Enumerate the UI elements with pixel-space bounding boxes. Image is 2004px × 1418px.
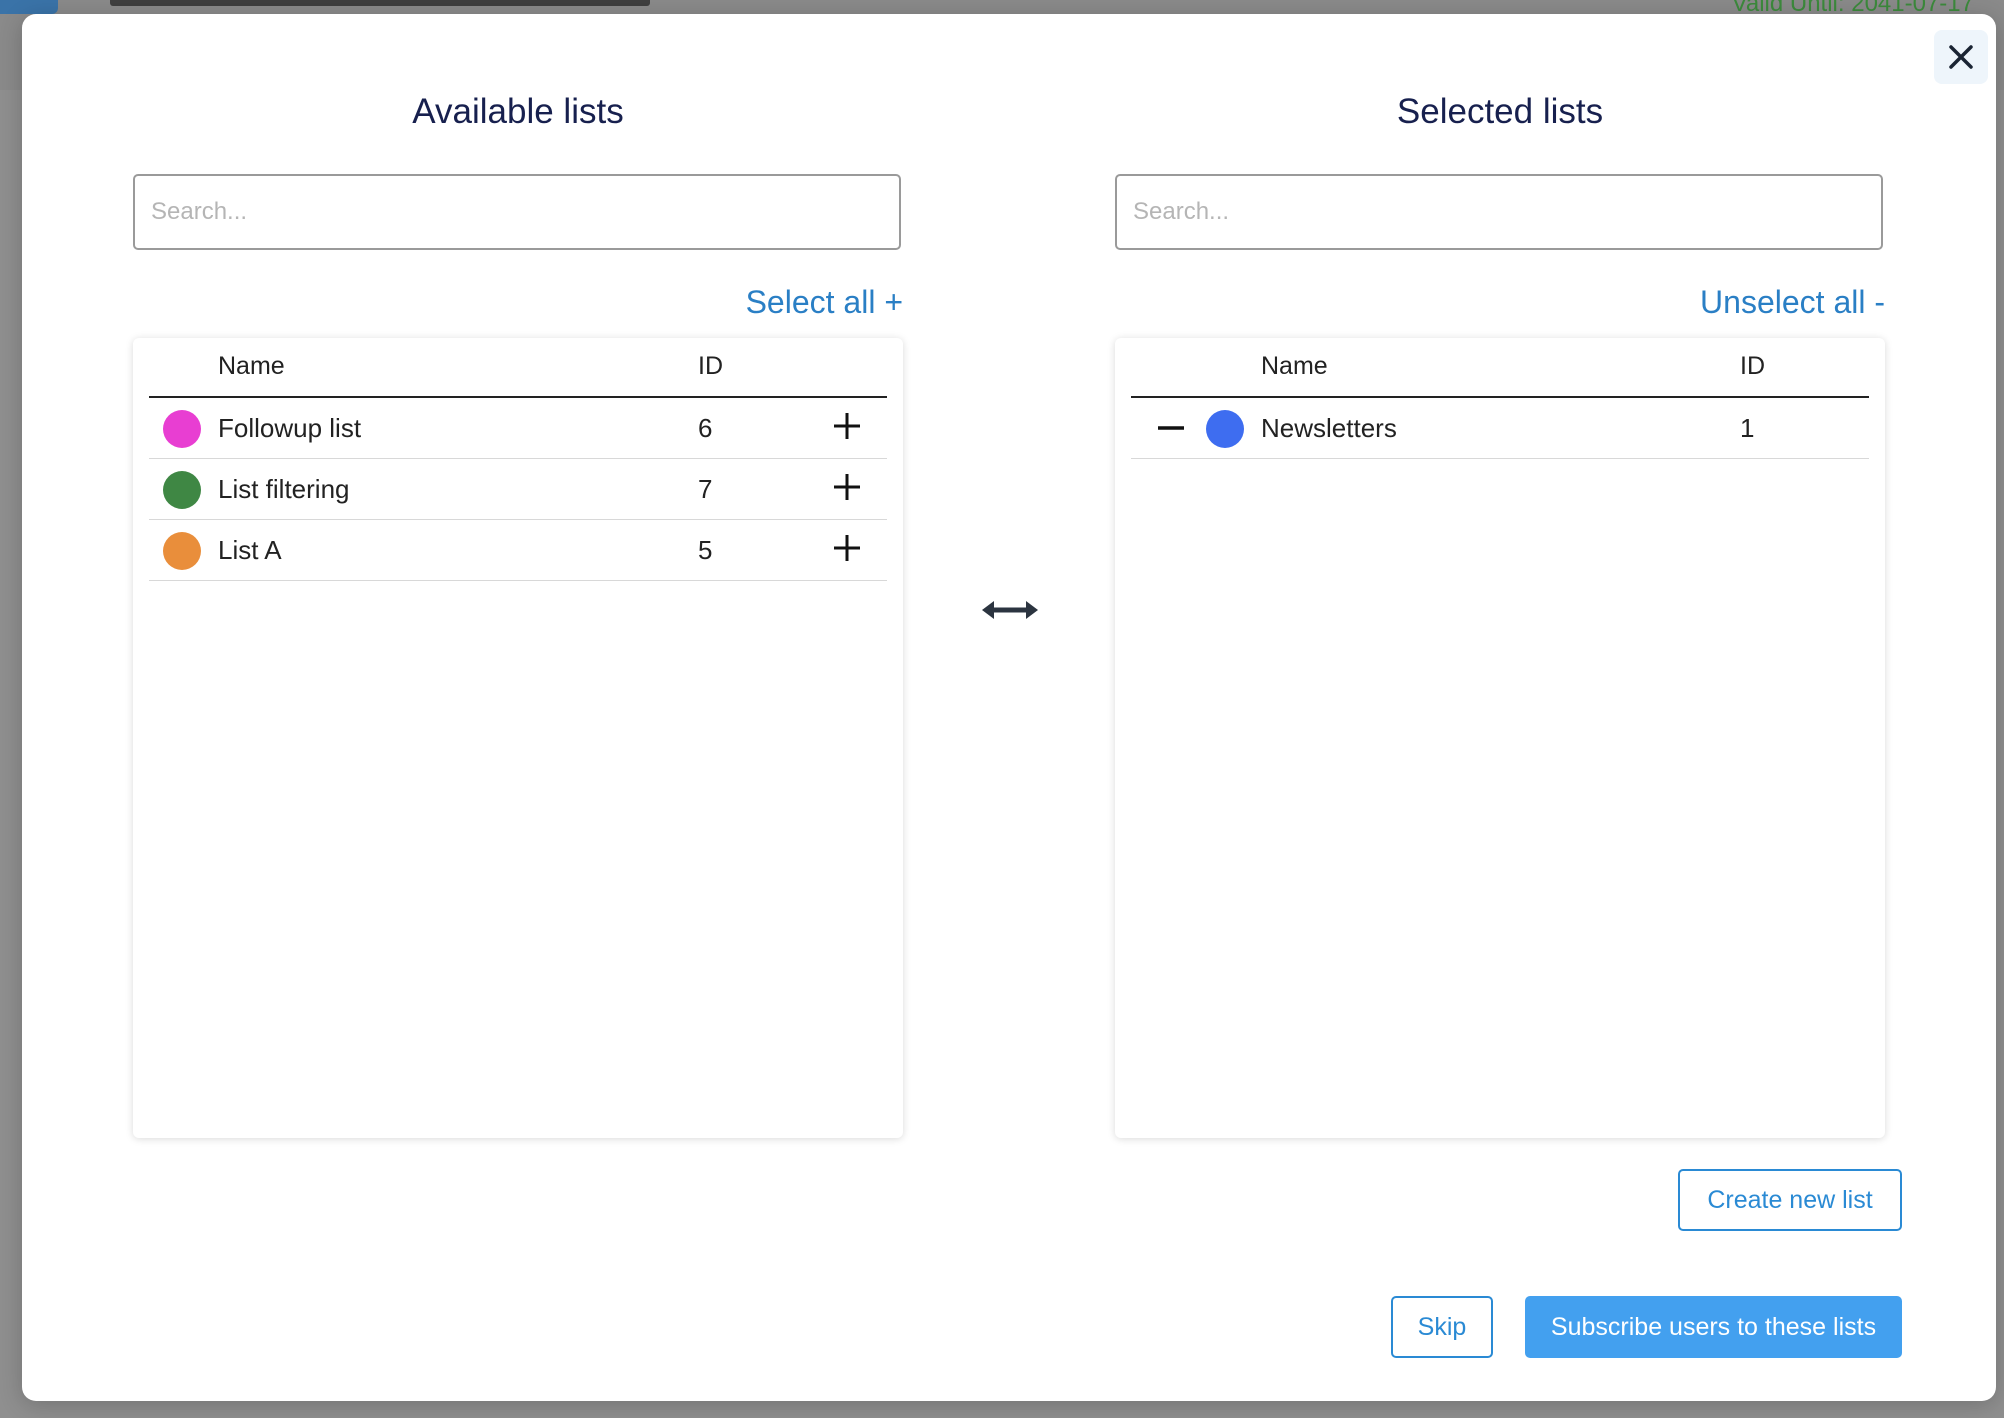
list-name: Newsletters	[1261, 413, 1397, 443]
list-name: List filtering	[218, 474, 350, 504]
available-lists-table: Name ID Followup list 6 List filtering 7…	[133, 338, 903, 1138]
list-color-dot	[1206, 410, 1244, 448]
list-name: List A	[218, 535, 282, 565]
select-all-link[interactable]: Select all +	[746, 284, 903, 321]
add-list-button[interactable]	[829, 469, 865, 505]
subscribe-lists-modal: Available lists Select all + Name ID Fol…	[22, 14, 1996, 1401]
list-color-dot	[163, 410, 201, 448]
minus-icon	[1158, 426, 1184, 430]
column-header-id: ID	[1740, 352, 1765, 380]
list-id: 5	[698, 535, 713, 565]
add-list-button[interactable]	[829, 408, 865, 444]
plus-icon	[834, 535, 860, 561]
list-color-dot	[163, 471, 201, 509]
app-logo	[0, 0, 58, 14]
background-title	[110, 0, 650, 6]
swap-horizontal-icon	[982, 601, 1038, 619]
table-row[interactable]: Followup list 6	[149, 398, 887, 459]
selected-search-input[interactable]	[1115, 174, 1883, 250]
list-color-dot	[163, 532, 201, 570]
column-header-id: ID	[698, 352, 723, 380]
plus-icon	[834, 474, 860, 500]
table-header: Name ID	[149, 338, 887, 398]
subscribe-button[interactable]: Subscribe users to these lists	[1525, 1296, 1902, 1358]
column-header-name: Name	[1261, 352, 1328, 380]
table-header: Name ID	[1131, 338, 1869, 398]
table-row[interactable]: List filtering 7	[149, 459, 887, 520]
list-id: 6	[698, 413, 713, 443]
close-button[interactable]	[1934, 30, 1988, 84]
list-id: 1	[1740, 413, 1755, 443]
add-list-button[interactable]	[829, 530, 865, 566]
remove-list-button[interactable]	[1153, 410, 1189, 446]
selected-lists-table: Name ID Newsletters 1	[1115, 338, 1885, 1138]
table-row[interactable]: List A 5	[149, 520, 887, 581]
plus-icon	[834, 413, 860, 439]
available-lists-title: Available lists	[412, 92, 624, 131]
available-search-input[interactable]	[133, 174, 901, 250]
column-header-name: Name	[218, 352, 285, 380]
list-id: 7	[698, 474, 713, 504]
close-icon	[1949, 45, 1973, 69]
table-row[interactable]: Newsletters 1	[1131, 398, 1869, 459]
unselect-all-link[interactable]: Unselect all -	[1700, 284, 1885, 321]
list-name: Followup list	[218, 413, 362, 443]
create-new-list-button[interactable]: Create new list	[1678, 1169, 1902, 1231]
selected-lists-title: Selected lists	[1396, 92, 1604, 131]
skip-button[interactable]: Skip	[1391, 1296, 1493, 1358]
